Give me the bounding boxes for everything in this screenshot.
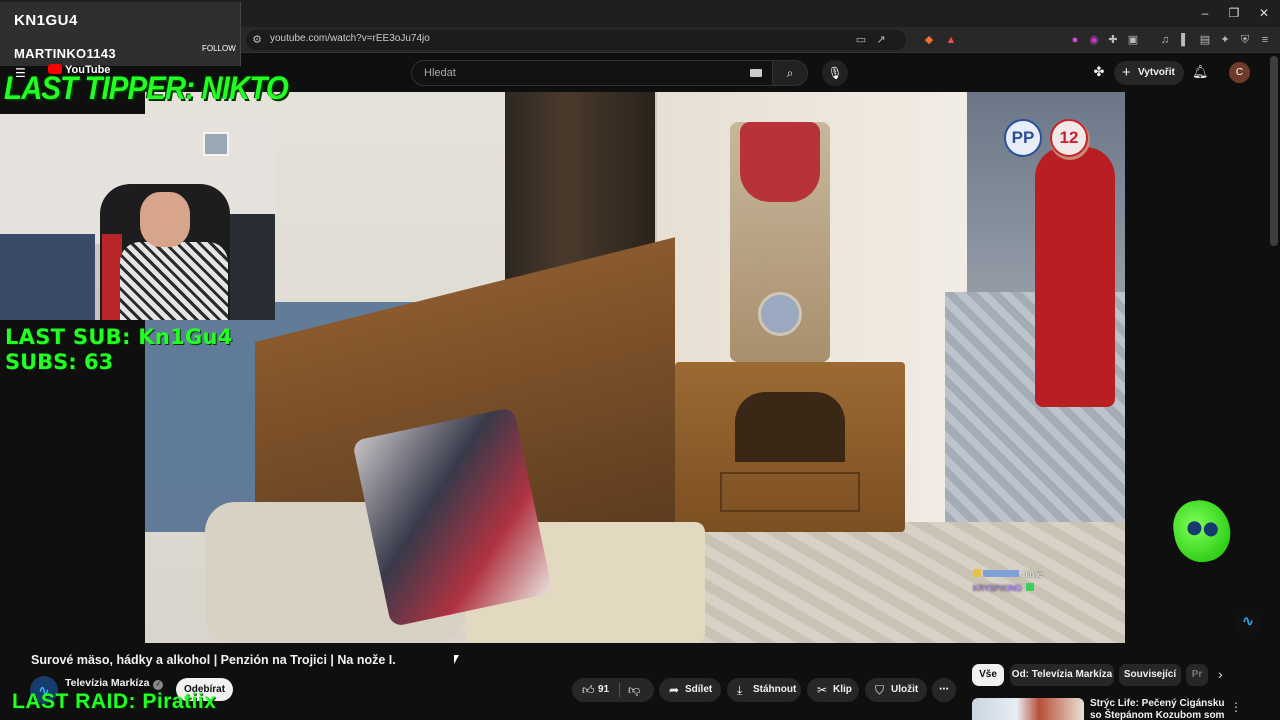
follower-alert-box: KN1GU4 MARTINKO1143 FOLLOW (0, 2, 241, 66)
video-player[interactable]: PP 12 : im je KRYSPIKING: (145, 92, 1125, 643)
create-button[interactable]: + Vytvořit (1114, 61, 1184, 85)
extension-shortcut-icon[interactable]: ✤ (1091, 64, 1107, 80)
last-tipper-overlay: LAST TIPPER: NIKTO (4, 70, 289, 106)
extensions-puzzle-icon[interactable]: ✚ (1106, 33, 1120, 47)
download-icon: ⤓ (737, 683, 743, 697)
chat-overlay: : im je KRYSPIKING: (973, 568, 1042, 596)
more-actions-button[interactable]: ⋯ (932, 678, 956, 702)
webcam-shelf (230, 214, 275, 320)
sidebar-icon[interactable]: ▌ (1178, 33, 1192, 47)
chat-message: KRYSPIKING: (973, 582, 1042, 596)
scissors-icon: ✂ (817, 683, 828, 697)
chip-related[interactable]: Související (1119, 664, 1181, 686)
thumbs-up-icon: 👍︎ (582, 683, 595, 697)
video-scene-cabinet (675, 362, 905, 532)
brave-rewards-icon[interactable]: ▲ (944, 33, 958, 47)
share-arrow-icon: ➦ (669, 683, 680, 697)
chat-emote-icon (1026, 583, 1035, 591)
extension-icon-2[interactable]: ◉ (1087, 33, 1101, 47)
channel-name[interactable]: Televízia Markíza ✓ (65, 677, 164, 690)
thumbs-down-icon: 👎︎ (628, 683, 641, 697)
last-raid-overlay: LAST RAID: Piratiix (12, 690, 217, 713)
music-icon[interactable]: ♫ (1158, 33, 1172, 47)
voice-search-button[interactable]: 🎙 (822, 60, 848, 86)
save-button[interactable]: ⛉ Uložit (865, 678, 927, 702)
like-count: 91 (598, 684, 610, 695)
rating-badge-pp: PP (1004, 119, 1042, 157)
clip-button[interactable]: ✂ Klip (807, 678, 859, 702)
url-text: youtube.com/watch?v=rEE3oJu74jo (270, 33, 430, 44)
search-button[interactable]: ⌕ (772, 60, 808, 86)
rating-badge-age: 12 (1050, 119, 1088, 157)
bookmark-icon: ⛉ (875, 683, 885, 697)
screenshot-icon[interactable]: ▣ (1126, 33, 1140, 47)
video-scene-person (1035, 147, 1115, 407)
like-button[interactable]: 👍︎ 91 (580, 678, 620, 702)
download-button[interactable]: ⤓ Stáhnout (727, 678, 801, 702)
cast-icon[interactable]: ▭ (854, 33, 868, 47)
chip-from-channel[interactable]: Od: Televízia Markíza (1010, 664, 1114, 686)
restore-button[interactable]: ❐ (1225, 5, 1243, 21)
follower-bottom-name: MARTINKO1143 (14, 46, 116, 61)
screen: – ❐ ✕ ⚙ youtube.com/watch?v=rEE3oJu74jo … (0, 0, 1280, 720)
chips-next-chevron-icon[interactable]: › (1218, 666, 1223, 682)
webcam-streamer-head (140, 192, 190, 247)
keyboard-icon[interactable] (750, 69, 762, 77)
menu-icon[interactable]: ≡ (1258, 33, 1272, 47)
dislike-button[interactable]: 👎︎ (628, 678, 640, 702)
chip-all[interactable]: Vše (972, 664, 1004, 686)
video-scene-clock (730, 122, 830, 362)
extension-icon-1[interactable]: ● (1068, 33, 1082, 47)
vpn-shield-icon[interactable]: ⛨ (1238, 33, 1252, 47)
account-avatar[interactable]: C (1229, 62, 1250, 83)
site-settings-icon[interactable]: ⚙ (250, 33, 264, 47)
video-scene-floor (657, 522, 1125, 643)
close-window-button[interactable]: ✕ (1255, 5, 1273, 21)
markiza-watermark-icon: ∿ (1235, 609, 1261, 635)
chat-username-redacted (983, 570, 1019, 577)
subs-count-overlay: SUBS: 63 (5, 350, 114, 374)
minimize-button[interactable]: – (1196, 5, 1214, 21)
share-icon[interactable]: ↗ (874, 33, 888, 47)
follower-top-name: KN1GU4 (14, 12, 78, 29)
webcam-sofa (0, 234, 95, 320)
last-sub-overlay: LAST SUB: Kn1Gu4 (5, 325, 233, 349)
chat-message: : im je (973, 568, 1042, 582)
green-mascot-icon (1169, 495, 1235, 567)
recommendation-more-icon[interactable]: ⋮ (1230, 700, 1242, 714)
verified-check-icon: ✓ (153, 680, 164, 690)
mouse-cursor (454, 655, 459, 664)
page-scrollbar[interactable] (1270, 56, 1278, 246)
search-input[interactable]: Hledat (411, 60, 773, 86)
chip-partial[interactable]: Pr (1186, 664, 1208, 686)
webcam-wall-picture (203, 132, 229, 156)
microphone-icon: 🎙 (827, 66, 843, 80)
notifications-bell-icon[interactable]: 🔔︎ (1192, 64, 1209, 80)
follow-label: FOLLOW (202, 44, 236, 53)
create-label: Vytvořit (1138, 67, 1175, 78)
search-placeholder: Hledat (424, 67, 456, 79)
share-button[interactable]: ➦ Sdílet (659, 678, 721, 702)
recommendation-title[interactable]: Strýc Life: Pečený Cigánsku so Štepánom … (1090, 698, 1230, 720)
search-icon: ⌕ (786, 66, 794, 80)
streamer-webcam (0, 114, 275, 320)
brave-shield-icon[interactable]: ◆ (922, 33, 936, 47)
video-title: Surové mäso, hádky a alkohol | Penzión n… (31, 653, 396, 667)
recommendation-thumbnail[interactable] (972, 698, 1084, 720)
wallet-icon[interactable]: ▤ (1198, 33, 1212, 47)
chat-emote-icon (973, 569, 981, 577)
webcam-streamer-body (120, 242, 228, 320)
plus-icon: + (1122, 64, 1131, 81)
like-dislike-group: 👍︎ 91 👎︎ (572, 678, 654, 702)
leo-ai-icon[interactable]: ✦ (1218, 33, 1232, 47)
address-bar[interactable]: ⚙ youtube.com/watch?v=rEE3oJu74jo ↗ ▭ (246, 30, 906, 50)
